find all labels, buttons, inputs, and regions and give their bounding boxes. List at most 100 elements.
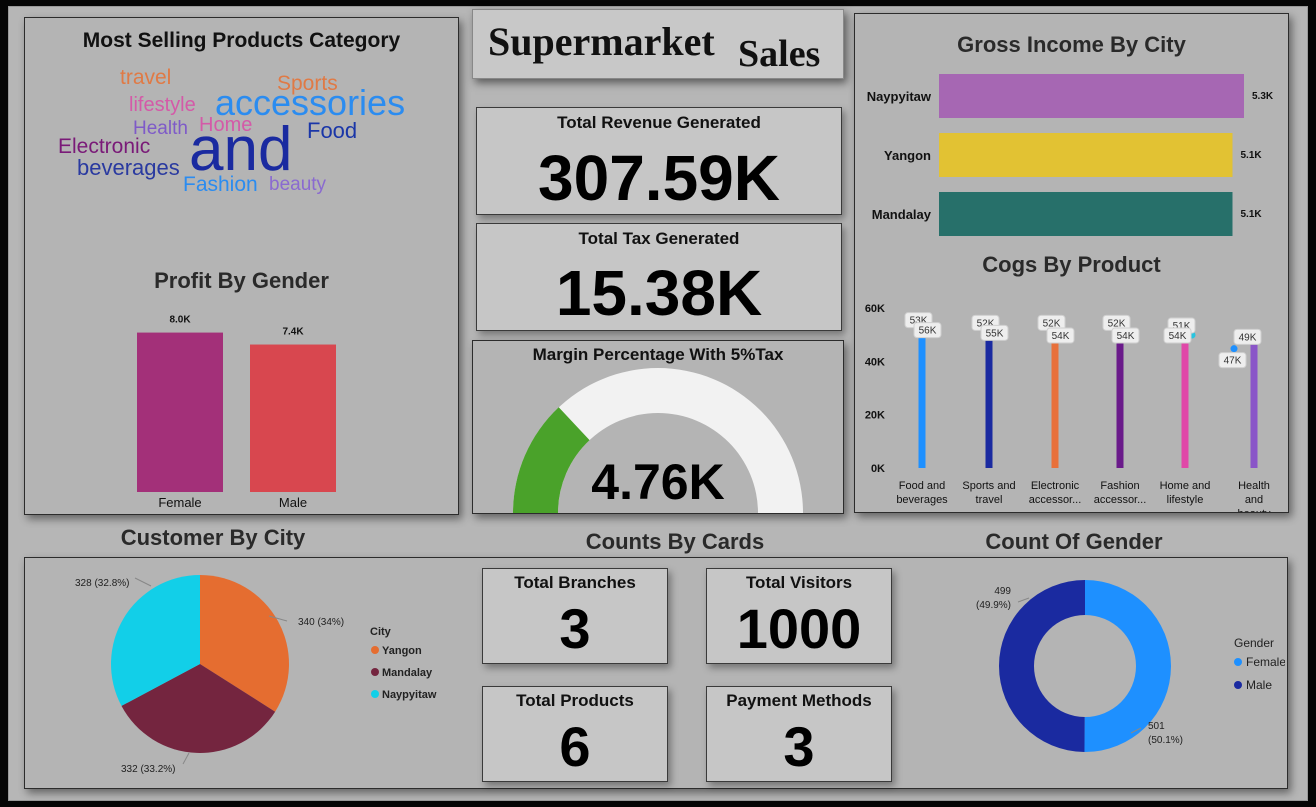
title-main: Supermarket [488,19,715,64]
margin-gauge-value: 4.76K [591,454,725,510]
word-lifestyle: lifestyle [129,94,196,116]
income-bar-naypyitaw [939,74,1244,118]
cogs-category-label: accessor... [1029,494,1082,506]
cogs-marker-label: 55K [986,328,1004,339]
cogs-ytick: 40K [865,356,885,368]
gross-income-title: Gross Income By City [957,32,1186,57]
cogs-marker-label: 47K [1224,356,1242,367]
word-cloud: travel Sports lifestyle accessories Heal… [25,18,458,218]
cogs-category-label: accessor... [1094,494,1147,506]
cogs-category-label: Health [1238,480,1270,492]
kpi-revenue-value: 307.59K [538,142,780,214]
cogs-marker-label-group: 47K [1218,352,1247,369]
donut-legend-label: Female [1246,655,1285,669]
count-card-branches: Total Branches 3 [482,568,668,664]
kpi-tax-label: Total Tax Generated [578,229,740,248]
profit-category-label: Male [279,495,307,510]
donut-label-percent: (50.1%) [1148,735,1183,746]
income-bar-yangon [939,133,1233,177]
cogs-bar-label-group: 49K [1233,328,1262,345]
donut-label-percent: (49.9%) [976,600,1011,611]
profit-by-gender-chart: 8.0K Female 7.4K Male [137,315,336,510]
count-card-visitors: Total Visitors 1000 [706,568,892,664]
cogs-ytick: 20K [865,410,885,422]
title-sub: Sales [738,33,821,75]
customer-by-city-pie: 340 (34%) 332 (33.2%) 328 (32.8%) City Yango… [75,575,437,775]
count-products-value: 6 [559,715,591,778]
donut-leader-line [1017,597,1030,603]
pie-legend-label: Mandalay [382,667,433,679]
cogs-marker-label-group: 54K [1163,327,1192,344]
profit-category-label: Female [158,495,201,510]
donut-slice-male [998,580,1085,752]
word-travel: travel [120,66,172,89]
pie-leader-line [134,577,152,587]
income-value-label: 5.1K [1240,209,1262,220]
cogs-bar [985,329,993,468]
count-card-products: Total Products 6 [482,686,668,782]
count-branches-label: Total Branches [514,573,636,592]
cogs-bar [1116,329,1124,468]
cogs-category-label: Food and [899,480,945,492]
income-bar-mandalay [939,192,1233,236]
pie-legend-label: Naypyitaw [382,689,437,701]
donut-label-value: 501 [1148,721,1165,732]
word-beauty: beauty [269,174,327,195]
cogs-bar [918,326,926,468]
word-beverages: beverages [77,155,180,180]
donut-legend-swatch [1234,658,1242,666]
dashboard-canvas: Most Selling Products Category travel Sp… [8,6,1308,801]
cogs-marker-label: 54K [1052,331,1070,342]
pie-legend-title: City [370,626,392,638]
cogs-bar [1250,342,1258,468]
kpi-revenue-label: Total Revenue Generated [557,113,761,132]
cogs-category-label: Fashion [1100,480,1139,492]
income-value-label: 5.3K [1252,91,1274,102]
income-city-label: Yangon [884,148,931,163]
pie-slice-label: 332 (33.2%) [121,764,175,775]
cogs-category-label: travel [976,494,1003,506]
panel-income-and-cogs: Gross Income By City Naypyitaw 5.3K Yangon… [854,13,1289,513]
pie-legend-swatch [371,646,379,654]
cogs-category-label: Sports and [962,480,1015,492]
margin-gauge-label: Margin Percentage With 5%Tax [532,345,784,364]
cogs-marker-label-group: 55K [980,324,1009,341]
cogs-ytick: 60K [865,303,885,315]
cogs-bar [1051,329,1059,468]
count-visitors-label: Total Visitors [745,573,853,592]
count-card-payments: Payment Methods 3 [706,686,892,782]
margin-gauge-panel: Margin Percentage With 5%Tax 4.76K [472,340,844,514]
income-city-label: Mandalay [872,207,932,222]
pie-leader-line [182,752,190,765]
cogs-marker [1230,345,1238,353]
cogs-marker-label: 54K [1169,331,1187,342]
panel-category-and-gender-profit: Most Selling Products Category travel Sp… [24,17,459,515]
cogs-category-label: Electronic [1031,480,1080,492]
word-food: Food [307,118,358,143]
count-of-gender-title: Count Of Gender [985,529,1163,554]
donut-legend-label: Male [1246,678,1272,692]
cogs-marker-label-group: 56K [913,322,942,339]
cogs-category-label: lifestyle [1167,494,1204,506]
profit-value-label: 8.0K [169,315,191,326]
donut-legend-title: Gender [1234,636,1274,650]
cogs-marker-label: 56K [919,326,937,337]
donut-legend-swatch [1234,681,1242,689]
pie-legend-swatch [371,668,379,676]
count-payments-value: 3 [783,715,815,778]
cogs-by-product-chart: 0K20K40K60K53K56KFood andbeverages52K55K… [865,303,1271,512]
gross-income-by-city-chart: Naypyitaw 5.3K Yangon 5.1K Mandalay 5.1K [867,74,1274,236]
word-fashion: Fashion [183,173,258,196]
profit-value-label: 7.4K [282,327,304,338]
count-payments-label: Payment Methods [726,691,872,710]
profit-bar-female [137,332,223,492]
cogs-category-label: beauty [1237,508,1271,512]
count-visitors-value: 1000 [736,597,862,660]
cogs-bar-label: 49K [1239,332,1257,343]
kpi-card-tax: Total Tax Generated 15.38K [476,223,842,331]
income-city-label: Naypyitaw [867,89,932,104]
profit-by-gender-title: Profit By Gender [154,268,329,293]
pie-slice-label: 340 (34%) [298,617,344,628]
count-products-label: Total Products [516,691,634,710]
income-value-label: 5.1K [1240,150,1262,161]
